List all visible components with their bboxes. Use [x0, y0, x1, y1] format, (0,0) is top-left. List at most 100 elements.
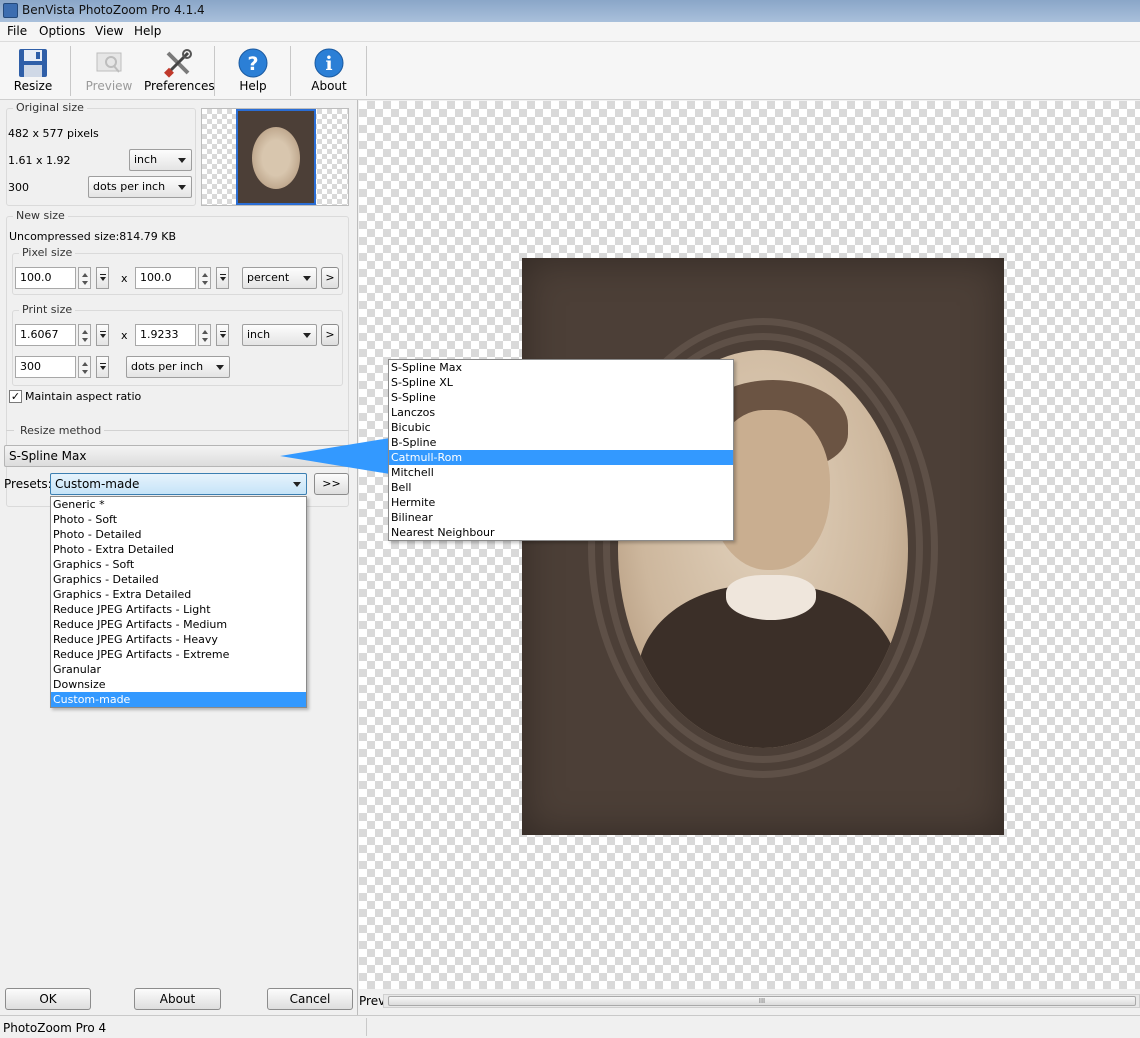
print-width-input[interactable]: 1.6067: [15, 324, 76, 346]
pixel-size-title: Pixel size: [19, 246, 76, 259]
original-unit-select[interactable]: inch: [129, 149, 192, 171]
window-title: BenVista PhotoZoom Pro 4.1.4: [22, 3, 205, 17]
app-icon: [3, 3, 18, 18]
print-more-button[interactable]: >: [321, 324, 339, 346]
print-resolution-input[interactable]: 300: [15, 356, 76, 378]
toolbar-separator: [366, 46, 367, 96]
preset-option[interactable]: Downsize: [51, 677, 306, 692]
cancel-button[interactable]: Cancel: [267, 988, 353, 1010]
chevron-down-icon: [216, 365, 224, 370]
status-separator: [366, 1018, 367, 1036]
presets-select[interactable]: Custom-made: [50, 473, 307, 495]
method-option[interactable]: Bicubic: [389, 420, 733, 435]
preset-option[interactable]: Graphics - Soft: [51, 557, 306, 572]
method-option[interactable]: Hermite: [389, 495, 733, 510]
method-option[interactable]: Nearest Neighbour: [389, 525, 733, 540]
preset-option[interactable]: Photo - Soft: [51, 512, 306, 527]
print-width-dropdown[interactable]: [96, 324, 109, 346]
original-unit-value: inch: [134, 153, 158, 166]
new-size-title: New size: [13, 209, 68, 222]
preview-status-label: Previ: [359, 989, 389, 1013]
preset-option[interactable]: Reduce JPEG Artifacts - Medium: [51, 617, 306, 632]
print-width-spinner[interactable]: [78, 324, 91, 346]
method-option[interactable]: S-Spline: [389, 390, 733, 405]
preset-option[interactable]: Reduce JPEG Artifacts - Light: [51, 602, 306, 617]
print-height-input[interactable]: 1.9233: [135, 324, 196, 346]
presets-value: Custom-made: [55, 477, 140, 491]
print-size-title: Print size: [19, 303, 76, 316]
pixel-unit-select[interactable]: percent: [242, 267, 317, 289]
thumbnail-view[interactable]: [201, 108, 349, 206]
pixel-more-button[interactable]: >: [321, 267, 339, 289]
help-label: Help: [239, 79, 267, 93]
pixel-width-input[interactable]: 100.0: [15, 267, 76, 289]
menu-view[interactable]: View: [95, 24, 123, 38]
print-resolution-spinner[interactable]: [78, 356, 91, 378]
method-option[interactable]: S-Spline XL: [389, 375, 733, 390]
preview-photo: [522, 258, 1004, 835]
preset-option[interactable]: Photo - Extra Detailed: [51, 542, 306, 557]
method-option[interactable]: Lanczos: [389, 405, 733, 420]
info-icon: i: [314, 48, 344, 78]
about-toolbar-button[interactable]: i About: [300, 44, 358, 96]
preset-option[interactable]: Generic *: [51, 497, 306, 512]
method-option-selected[interactable]: Catmull-Rom: [389, 450, 733, 465]
uncompressed-size: Uncompressed size:814.79 KB: [9, 230, 177, 243]
preset-option[interactable]: Reduce JPEG Artifacts - Heavy: [51, 632, 306, 647]
preferences-button[interactable]: Preferences: [144, 44, 215, 96]
scrollbar-thumb[interactable]: III: [388, 996, 1136, 1006]
print-resolution-unit-value: dots per inch: [131, 360, 204, 373]
original-resolution-unit-select[interactable]: dots per inch: [88, 176, 192, 198]
preview-button[interactable]: Preview: [80, 44, 138, 96]
maintain-aspect-label: Maintain aspect ratio: [25, 390, 142, 403]
method-option[interactable]: S-Spline Max: [389, 360, 733, 375]
toolbar-separator: [70, 46, 71, 96]
horizontal-scrollbar[interactable]: III: [383, 994, 1140, 1008]
menu-file[interactable]: File: [7, 24, 27, 38]
preview-icon: [96, 52, 122, 73]
method-option[interactable]: B-Spline: [389, 435, 733, 450]
pixel-height-dropdown[interactable]: [216, 267, 229, 289]
maintain-aspect-checkbox[interactable]: ✓: [9, 390, 22, 403]
resize-button[interactable]: Resize: [4, 44, 62, 96]
menu-options[interactable]: Options: [39, 24, 85, 38]
print-height-spinner[interactable]: [198, 324, 211, 346]
original-pixels: 482 x 577 pixels: [8, 127, 99, 140]
divider: [6, 430, 14, 431]
about-button[interactable]: About: [134, 988, 221, 1010]
method-option[interactable]: Bell: [389, 480, 733, 495]
menu-help[interactable]: Help: [134, 24, 161, 38]
ok-button[interactable]: OK: [5, 988, 91, 1010]
resize-label: Resize: [13, 79, 53, 93]
svg-text:i: i: [325, 53, 332, 75]
preset-option[interactable]: Graphics - Extra Detailed: [51, 587, 306, 602]
presets-label: Presets:: [4, 477, 52, 491]
tools-icon: [164, 49, 192, 78]
floppy-disk-icon: [19, 49, 47, 77]
about-label: About: [311, 79, 347, 93]
pixel-width-dropdown[interactable]: [96, 267, 109, 289]
preset-option-selected[interactable]: Custom-made: [51, 692, 306, 707]
help-button[interactable]: ? Help: [224, 44, 282, 96]
preset-option[interactable]: Photo - Detailed: [51, 527, 306, 542]
callout-arrow-icon: [280, 438, 390, 474]
preset-option[interactable]: Reduce JPEG Artifacts - Extreme: [51, 647, 306, 662]
print-resolution-dropdown[interactable]: [96, 356, 109, 378]
svg-text:?: ?: [247, 53, 258, 75]
print-unit-select[interactable]: inch: [242, 324, 317, 346]
presets-more-button[interactable]: >>: [314, 473, 349, 495]
preset-option[interactable]: Graphics - Detailed: [51, 572, 306, 587]
presets-list: Generic * Photo - Soft Photo - Detailed …: [50, 496, 307, 708]
pixel-width-spinner[interactable]: [78, 267, 91, 289]
print-resolution-unit-select[interactable]: dots per inch: [126, 356, 230, 378]
times-sign: x: [121, 272, 128, 285]
original-resolution-unit-value: dots per inch: [93, 180, 166, 193]
pixel-height-spinner[interactable]: [198, 267, 211, 289]
menu-bar: File Options View Help: [0, 22, 1140, 42]
preset-option[interactable]: Granular: [51, 662, 306, 677]
chevron-down-icon: [293, 482, 301, 487]
pixel-height-input[interactable]: 100.0: [135, 267, 196, 289]
method-option[interactable]: Mitchell: [389, 465, 733, 480]
print-height-dropdown[interactable]: [216, 324, 229, 346]
method-option[interactable]: Bilinear: [389, 510, 733, 525]
